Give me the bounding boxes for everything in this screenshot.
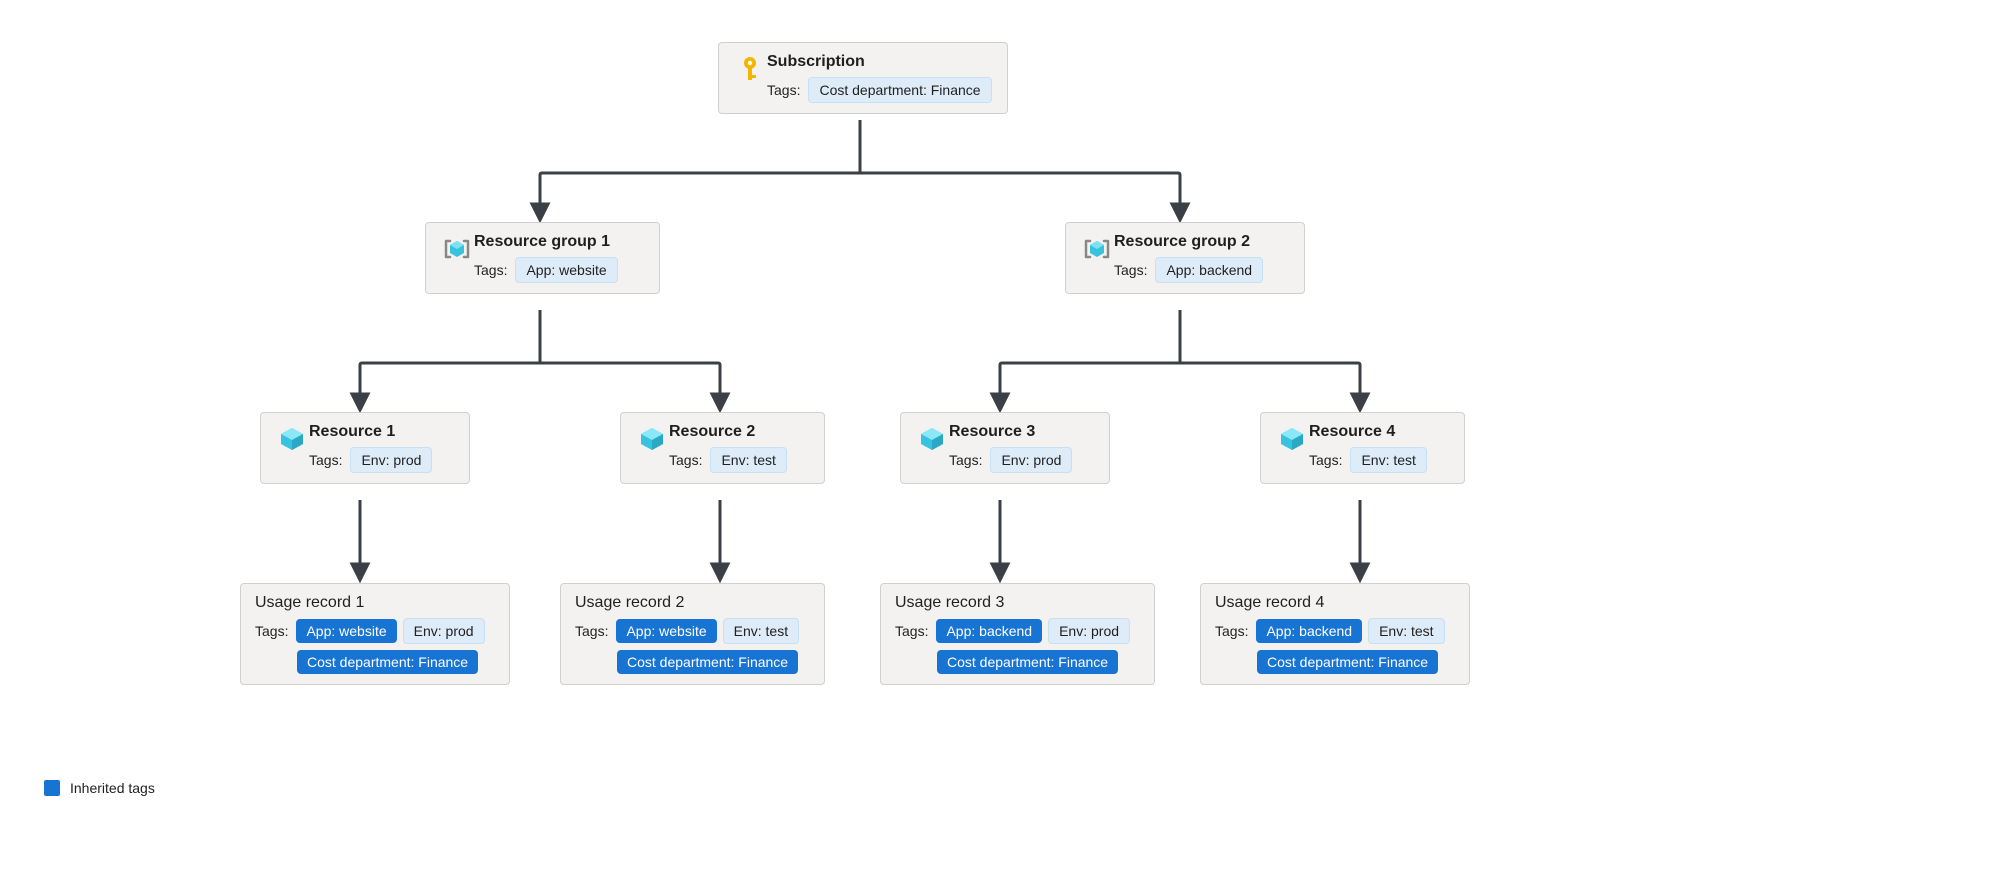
key-icon (733, 53, 767, 83)
usage-own-tag: Env: prod (403, 618, 485, 644)
cube-icon (635, 423, 669, 453)
resource-tag: Env: prod (350, 447, 432, 473)
resource-title: Resource 3 (949, 423, 1095, 441)
cube-icon (1275, 423, 1309, 453)
resource-2-node: Resource 2 Tags: Env: test (620, 412, 825, 484)
resource-group-icon (440, 233, 474, 263)
resource-4-node: Resource 4 Tags: Env: test (1260, 412, 1465, 484)
subscription-node: Subscription Tags: Cost department: Fina… (718, 42, 1008, 114)
resource-group-1-node: Resource group 1 Tags: App: website (425, 222, 660, 294)
subscription-tag: Cost department: Finance (808, 77, 991, 103)
usage-inherited-tag: App: backend (936, 619, 1042, 643)
resource-title: Resource 1 (309, 423, 455, 441)
resource-3-node: Resource 3 Tags: Env: prod (900, 412, 1110, 484)
resource-group-tag: App: backend (1155, 257, 1263, 283)
resource-title: Resource 4 (1309, 423, 1450, 441)
resource-tag: Env: test (710, 447, 786, 473)
usage-record-1-node: Usage record 1 Tags: App: website Env: p… (240, 583, 510, 685)
usage-inherited-tag: Cost department: Finance (1257, 650, 1438, 674)
usage-inherited-tag: Cost department: Finance (297, 650, 478, 674)
usage-inherited-tag: Cost department: Finance (937, 650, 1118, 674)
cube-icon (275, 423, 309, 453)
cube-icon (915, 423, 949, 453)
usage-title: Usage record 3 (895, 594, 1140, 612)
usage-own-tag: Env: test (723, 618, 799, 644)
legend: Inherited tags (44, 780, 155, 796)
tags-label: Tags: (949, 452, 982, 468)
usage-title: Usage record 4 (1215, 594, 1455, 612)
resource-group-2-node: Resource group 2 Tags: App: backend (1065, 222, 1305, 294)
usage-record-2-node: Usage record 2 Tags: App: website Env: t… (560, 583, 825, 685)
usage-own-tag: Env: prod (1048, 618, 1130, 644)
usage-record-4-node: Usage record 4 Tags: App: backend Env: t… (1200, 583, 1470, 685)
usage-inherited-tag: App: website (296, 619, 396, 643)
legend-label: Inherited tags (70, 780, 155, 796)
resource-title: Resource 2 (669, 423, 810, 441)
resource-tag: Env: test (1350, 447, 1426, 473)
usage-inherited-tag: App: backend (1256, 619, 1362, 643)
usage-inherited-tag: Cost department: Finance (617, 650, 798, 674)
resource-group-title: Resource group 1 (474, 233, 645, 251)
usage-record-3-node: Usage record 3 Tags: App: backend Env: p… (880, 583, 1155, 685)
usage-inherited-tag: App: website (616, 619, 716, 643)
usage-title: Usage record 1 (255, 594, 495, 612)
tags-label: Tags: (1114, 262, 1147, 278)
resource-group-icon (1080, 233, 1114, 263)
usage-own-tag: Env: test (1368, 618, 1444, 644)
tags-label: Tags: (767, 82, 800, 98)
usage-title: Usage record 2 (575, 594, 810, 612)
legend-swatch-icon (44, 780, 60, 796)
tags-label: Tags: (474, 262, 507, 278)
tags-label: Tags: (895, 623, 928, 639)
resource-group-tag: App: website (515, 257, 617, 283)
tags-label: Tags: (575, 623, 608, 639)
resource-1-node: Resource 1 Tags: Env: prod (260, 412, 470, 484)
tags-label: Tags: (255, 623, 288, 639)
tags-label: Tags: (1309, 452, 1342, 468)
tags-label: Tags: (669, 452, 702, 468)
resource-group-title: Resource group 2 (1114, 233, 1290, 251)
subscription-title: Subscription (767, 53, 993, 71)
tags-label: Tags: (1215, 623, 1248, 639)
resource-tag: Env: prod (990, 447, 1072, 473)
tags-label: Tags: (309, 452, 342, 468)
